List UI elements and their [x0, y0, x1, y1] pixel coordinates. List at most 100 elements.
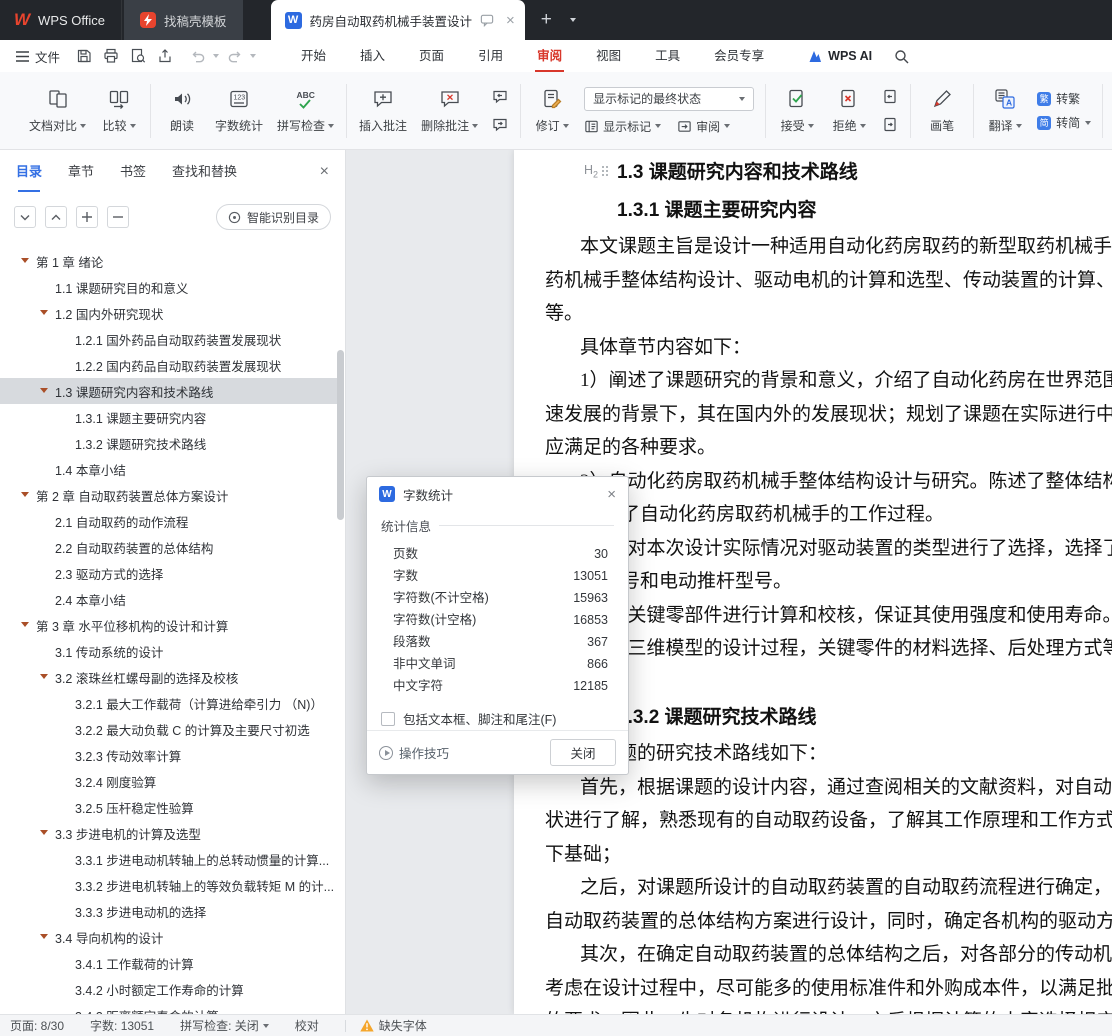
toc-item[interactable]: 1.2.2 国内药品自动取药装置发展现状	[0, 352, 337, 378]
redo-chevron-icon[interactable]	[250, 54, 257, 58]
markup-state-select[interactable]: 显示标记的最终状态	[584, 86, 755, 111]
expand-all-button[interactable]	[14, 206, 36, 228]
dialog-titlebar[interactable]: W 字数统计 ×	[367, 477, 628, 511]
previous-change-button[interactable]	[879, 87, 901, 107]
toc-item[interactable]: 3.2.1 最大工作载荷（计算进给牵引力 （N)）	[0, 690, 337, 716]
page-indicator[interactable]: 页面: 8/30	[10, 1017, 64, 1034]
next-comment-button[interactable]	[489, 115, 511, 135]
doc-line[interactable]: 1.3.1 课题主要研究内容	[514, 192, 1112, 230]
file-menu[interactable]: 文件	[0, 47, 70, 66]
toc-item[interactable]: 3.4 导向机构的设计	[0, 924, 337, 950]
expand-triangle-icon[interactable]	[21, 492, 29, 497]
checkbox-icon[interactable]	[381, 711, 395, 726]
tab-document[interactable]: W 药房自动取药机械手装置设计 ×	[270, 0, 525, 40]
doc-line[interactable]: 状进行了解，熟悉现有的自动取药设备，了解其工作原理和工作方式，为设计打	[514, 804, 1112, 838]
doc-line[interactable]: 之后，对课题所设计的自动取药装置的自动取药流程进行确定，在此基础上对	[514, 871, 1112, 905]
doc-compare-button[interactable]: 文档对比	[22, 78, 93, 144]
smart-toc-button[interactable]: 智能识别目录	[215, 204, 331, 230]
scrollbar-thumb[interactable]	[337, 350, 344, 520]
expand-triangle-icon[interactable]	[40, 310, 48, 315]
sidebar-scrollbar[interactable]	[337, 250, 344, 1010]
collapse-all-button[interactable]	[45, 206, 67, 228]
insert-comment-button[interactable]: 插入批注	[352, 78, 414, 144]
sidebar-panel-tab[interactable]: 章节	[68, 150, 94, 194]
toc-item[interactable]: 1.2.1 国外药品自动取药装置发展现状	[0, 326, 337, 352]
toc-item[interactable]: 第 1 章 绪论	[0, 248, 337, 274]
zoom-in-outline-button[interactable]	[76, 206, 98, 228]
toc-item[interactable]: 3.3.1 步进电动机转轴上的总转动惯量的计算...	[0, 846, 337, 872]
spellcheck-toggle[interactable]: 拼写检查: 关闭	[180, 1017, 269, 1034]
toc-item[interactable]: 3.4.3 距离额定寿命的计算	[0, 1002, 337, 1015]
doc-line[interactable]: 下基础；	[514, 838, 1112, 872]
toc-item[interactable]: 第 3 章 水平位移机构的设计和计算	[0, 612, 337, 638]
toc-item[interactable]: 1.2 国内外研究现状	[0, 300, 337, 326]
expand-triangle-icon[interactable]	[40, 674, 48, 679]
sidebar-panel-tab[interactable]: 查找和替换	[172, 150, 237, 194]
toc-item[interactable]: 3.2 滚珠丝杠螺母副的选择及校核	[0, 664, 337, 690]
missing-font-warning[interactable]: 缺失字体	[360, 1017, 427, 1034]
word-count-indicator[interactable]: 字数: 13051	[90, 1017, 154, 1034]
doc-line[interactable]: 的要求。因此，先对各机构进行设计，之后根据计算的内容选择相应的标准件和外	[514, 1005, 1112, 1014]
toc-item[interactable]: 1.3 课题研究内容和技术路线	[0, 378, 337, 404]
toc-item[interactable]: 1.3.1 课题主要研究内容	[0, 404, 337, 430]
next-change-button[interactable]	[879, 115, 901, 135]
doc-line[interactable]: 首先，根据课题的设计内容，通过查阅相关的文献资料，对自动取药设备的现	[514, 771, 1112, 805]
read-aloud-button[interactable]: 朗读	[156, 78, 208, 144]
review-pane-button[interactable]: 审阅	[677, 118, 731, 135]
undo-icon[interactable]	[184, 44, 211, 68]
toc-item[interactable]: 3.2.3 传动效率计算	[0, 742, 337, 768]
doc-line[interactable]: 药机械手整体结构设计、驱动电机的计算和选型、传动装置的计算、导向机构设计	[514, 264, 1112, 298]
proofread-button[interactable]: 校对	[295, 1017, 319, 1034]
expand-triangle-icon[interactable]	[40, 388, 48, 393]
toc-item[interactable]: 1.1 课题研究目的和意义	[0, 274, 337, 300]
to-simplified-button[interactable]: 简 转简	[1037, 114, 1092, 131]
toc-item[interactable]: 3.1 传动系统的设计	[0, 638, 337, 664]
tab-template-site[interactable]: 找稿壳模板	[124, 0, 243, 40]
delete-comment-button[interactable]: 删除批注	[414, 78, 485, 144]
undo-chevron-icon[interactable]	[213, 54, 220, 58]
app-tab[interactable]: W WPS Office	[0, 0, 122, 40]
toc-item[interactable]: 2.2 自动取药装置的总体结构	[0, 534, 337, 560]
toc-item[interactable]: 第 2 章 自动取药装置总体方案设计	[0, 482, 337, 508]
expand-triangle-icon[interactable]	[40, 934, 48, 939]
previous-comment-button[interactable]	[489, 87, 511, 107]
doc-line[interactable]: 1）阐述了课题研究的背景和意义，介绍了自动化药房在世界范围内以及国内快	[514, 364, 1112, 398]
menu-tab[interactable]: 页面	[402, 40, 461, 72]
redo-icon[interactable]	[221, 44, 248, 68]
translate-button[interactable]: A 翻译	[979, 78, 1031, 144]
sidebar-panel-tab[interactable]: 书签	[120, 150, 146, 194]
toc-item[interactable]: 2.3 驱动方式的选择	[0, 560, 337, 586]
tips-link[interactable]: 操作技巧	[379, 743, 449, 762]
wps-ai-button[interactable]: WPS AI	[807, 49, 872, 63]
tab-list-chevron-icon[interactable]	[569, 18, 576, 22]
drag-grip-icon[interactable]	[602, 165, 609, 177]
doc-line[interactable]: 应满足的各种要求。	[514, 431, 1112, 465]
doc-line[interactable]: 等。	[514, 297, 1112, 331]
heading-level-marker[interactable]: H2	[584, 163, 609, 180]
new-tab-button[interactable]: +	[541, 9, 552, 31]
export-icon[interactable]	[151, 44, 178, 68]
toc-item[interactable]: 3.3.3 步进电动机的选择	[0, 898, 337, 924]
toc-item[interactable]: 3.2.5 压杆稳定性验算	[0, 794, 337, 820]
doc-line[interactable]: 考虑在设计过程中，尽可能多的使用标准件和外购成本件，以满足批量生产装配	[514, 972, 1112, 1006]
print-preview-icon[interactable]	[124, 44, 151, 68]
reject-change-button[interactable]: 拒绝	[823, 78, 875, 144]
accept-change-button[interactable]: 接受	[771, 78, 823, 144]
doc-line[interactable]: 自动取药装置的总体结构方案进行设计，同时，确定各机构的驱动方式；	[514, 905, 1112, 939]
toc-item[interactable]: 3.2.2 最大动负载 C 的计算及主要尺寸初选	[0, 716, 337, 742]
toc-item[interactable]: 3.3 步进电机的计算及选型	[0, 820, 337, 846]
pen-button[interactable]: 画笔	[916, 78, 968, 144]
close-button[interactable]: 关闭	[550, 739, 616, 766]
word-count-button[interactable]: 123 字数统计	[208, 78, 270, 144]
toc-item[interactable]: 3.2.4 刚度验算	[0, 768, 337, 794]
spell-check-button[interactable]: ABC 拼写检查	[270, 78, 341, 144]
close-sidebar-icon[interactable]: ×	[320, 150, 329, 194]
doc-line[interactable]: 具体章节内容如下：	[514, 331, 1112, 365]
expand-triangle-icon[interactable]	[21, 258, 29, 263]
menu-tab[interactable]: 开始	[284, 40, 343, 72]
restrict-edit-button[interactable]: 限制编辑	[1108, 78, 1112, 144]
save-icon[interactable]	[70, 44, 97, 68]
dialog-close-icon[interactable]: ×	[607, 486, 616, 503]
toc-item[interactable]: 3.4.2 小时额定工作寿命的计算	[0, 976, 337, 1002]
expand-triangle-icon[interactable]	[21, 622, 29, 627]
